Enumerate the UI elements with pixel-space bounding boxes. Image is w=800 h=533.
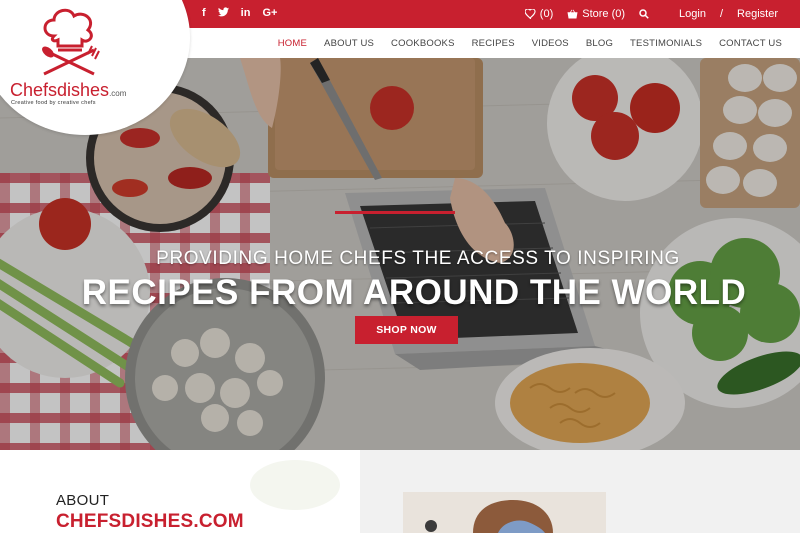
nav-item-videos[interactable]: VIDEOS xyxy=(532,38,569,49)
about-section: ABOUT CHEFSDISHES.COM xyxy=(0,450,800,533)
link-separator: / xyxy=(719,8,724,20)
wishlist-link[interactable]: (0) xyxy=(524,8,554,20)
hero-title: RECIPES FROM AROUND THE WORLD xyxy=(81,273,747,312)
linkedin-icon[interactable]: in xyxy=(241,7,251,20)
heart-icon xyxy=(524,9,536,19)
register-link[interactable]: Register xyxy=(737,8,778,20)
about-decoration xyxy=(250,460,340,510)
nav-item-recipes[interactable]: RECIPES xyxy=(472,38,515,49)
basket-icon xyxy=(567,9,578,19)
logo-wordmark[interactable]: Chefsdishes.com xyxy=(10,80,126,101)
logo-tagline: Creative food by creative chefs xyxy=(11,100,96,106)
account-links: (0) Store (0) Login / Register xyxy=(511,0,800,28)
social-links: f in G+ xyxy=(202,7,277,20)
shop-now-button[interactable]: SHOP NOW xyxy=(355,316,458,344)
hero-subtitle: PROVIDING HOME CHEFS THE ACCESS TO INSPI… xyxy=(156,248,680,269)
wishlist-count: (0) xyxy=(539,8,554,20)
nav-item-about-us[interactable]: ABOUT US xyxy=(324,38,374,49)
facebook-icon[interactable]: f xyxy=(202,7,206,20)
about-photo xyxy=(403,492,606,533)
twitter-icon[interactable] xyxy=(217,7,229,20)
nav-item-testimonials[interactable]: TESTIMONIALS xyxy=(630,38,702,49)
search-button[interactable] xyxy=(639,9,649,19)
logo-domain-suffix: .com xyxy=(109,89,127,98)
store-label: Store (0) xyxy=(582,8,626,20)
register-label: Register xyxy=(737,8,778,20)
login-label: Login xyxy=(679,8,706,20)
nav-item-home[interactable]: HOME xyxy=(278,38,307,49)
logo-name: Chefsdishes xyxy=(10,80,110,100)
nav-item-contact-us[interactable]: CONTACT US xyxy=(719,38,782,49)
store-link[interactable]: Store (0) xyxy=(567,8,625,20)
about-label: ABOUT xyxy=(56,492,110,509)
search-icon xyxy=(639,9,649,19)
nav-item-blog[interactable]: BLOG xyxy=(586,38,613,49)
about-title: CHEFSDISHES.COM xyxy=(56,511,244,532)
hero-divider xyxy=(335,211,455,214)
googleplus-icon[interactable]: G+ xyxy=(262,7,277,20)
chef-hat-logo-icon xyxy=(42,8,100,76)
nav-item-cookbooks[interactable]: COOKBOOKS xyxy=(391,38,455,49)
login-link[interactable]: Login xyxy=(679,8,706,20)
nav-menu: HOME ABOUT US COOKBOOKS RECIPES VIDEOS B… xyxy=(278,28,782,58)
